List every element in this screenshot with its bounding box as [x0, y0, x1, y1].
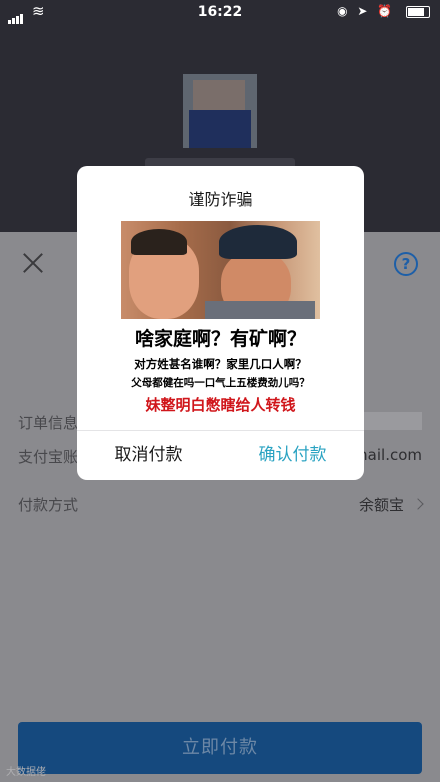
status-bar: ≋ 16:22 ◉ ➤ ⏰: [0, 0, 440, 26]
account-label: 支付宝账: [18, 448, 79, 466]
pay-now-button[interactable]: 立即付款: [18, 722, 422, 774]
cancel-payment-button[interactable]: 取消付款: [77, 431, 220, 480]
meme-image: [121, 221, 320, 319]
account-value: nail.com: [358, 446, 422, 464]
confirm-payment-button[interactable]: 确认付款: [221, 431, 364, 480]
payment-method-text: 余额宝: [358, 496, 404, 514]
meme-line-4: 妹整明白憋瞎给人转钱: [145, 396, 296, 414]
avatar-body: [189, 110, 251, 148]
payment-method-label: 付款方式: [18, 496, 79, 514]
fraud-warning-dialog: 谨防诈骗 啥家庭啊？有矿啊？ 对方姓甚名谁啊？家里几口人啊？ 父母都健在吗一口气…: [77, 166, 364, 480]
status-right-icons: ◉ ➤ ⏰: [337, 4, 396, 18]
chevron-right-icon: [412, 498, 424, 510]
avatar-face: [193, 80, 245, 110]
meme-line-1: 啥家庭啊？有矿啊？: [134, 328, 306, 350]
payment-method-value[interactable]: 余额宝: [358, 494, 424, 515]
help-icon[interactable]: ?: [394, 252, 418, 276]
meme-line-3: 父母都健在吗一口气上五楼费劲儿吗？: [131, 377, 310, 389]
payment-method-row[interactable]: 付款方式 余额宝: [18, 494, 424, 518]
close-icon[interactable]: [22, 252, 44, 274]
battery-icon: [406, 5, 430, 18]
order-info-label: 订单信息: [18, 414, 79, 432]
watermark: 大数据佬: [6, 767, 46, 778]
status-icons: ◉ ➤ ⏰: [337, 4, 430, 18]
order-info-value-blurred: [362, 412, 422, 430]
meme-line-2: 对方姓甚名谁啊？家里几口人啊？: [134, 357, 307, 371]
avatar: [183, 74, 257, 148]
dialog-title: 谨防诈骗: [188, 190, 253, 209]
